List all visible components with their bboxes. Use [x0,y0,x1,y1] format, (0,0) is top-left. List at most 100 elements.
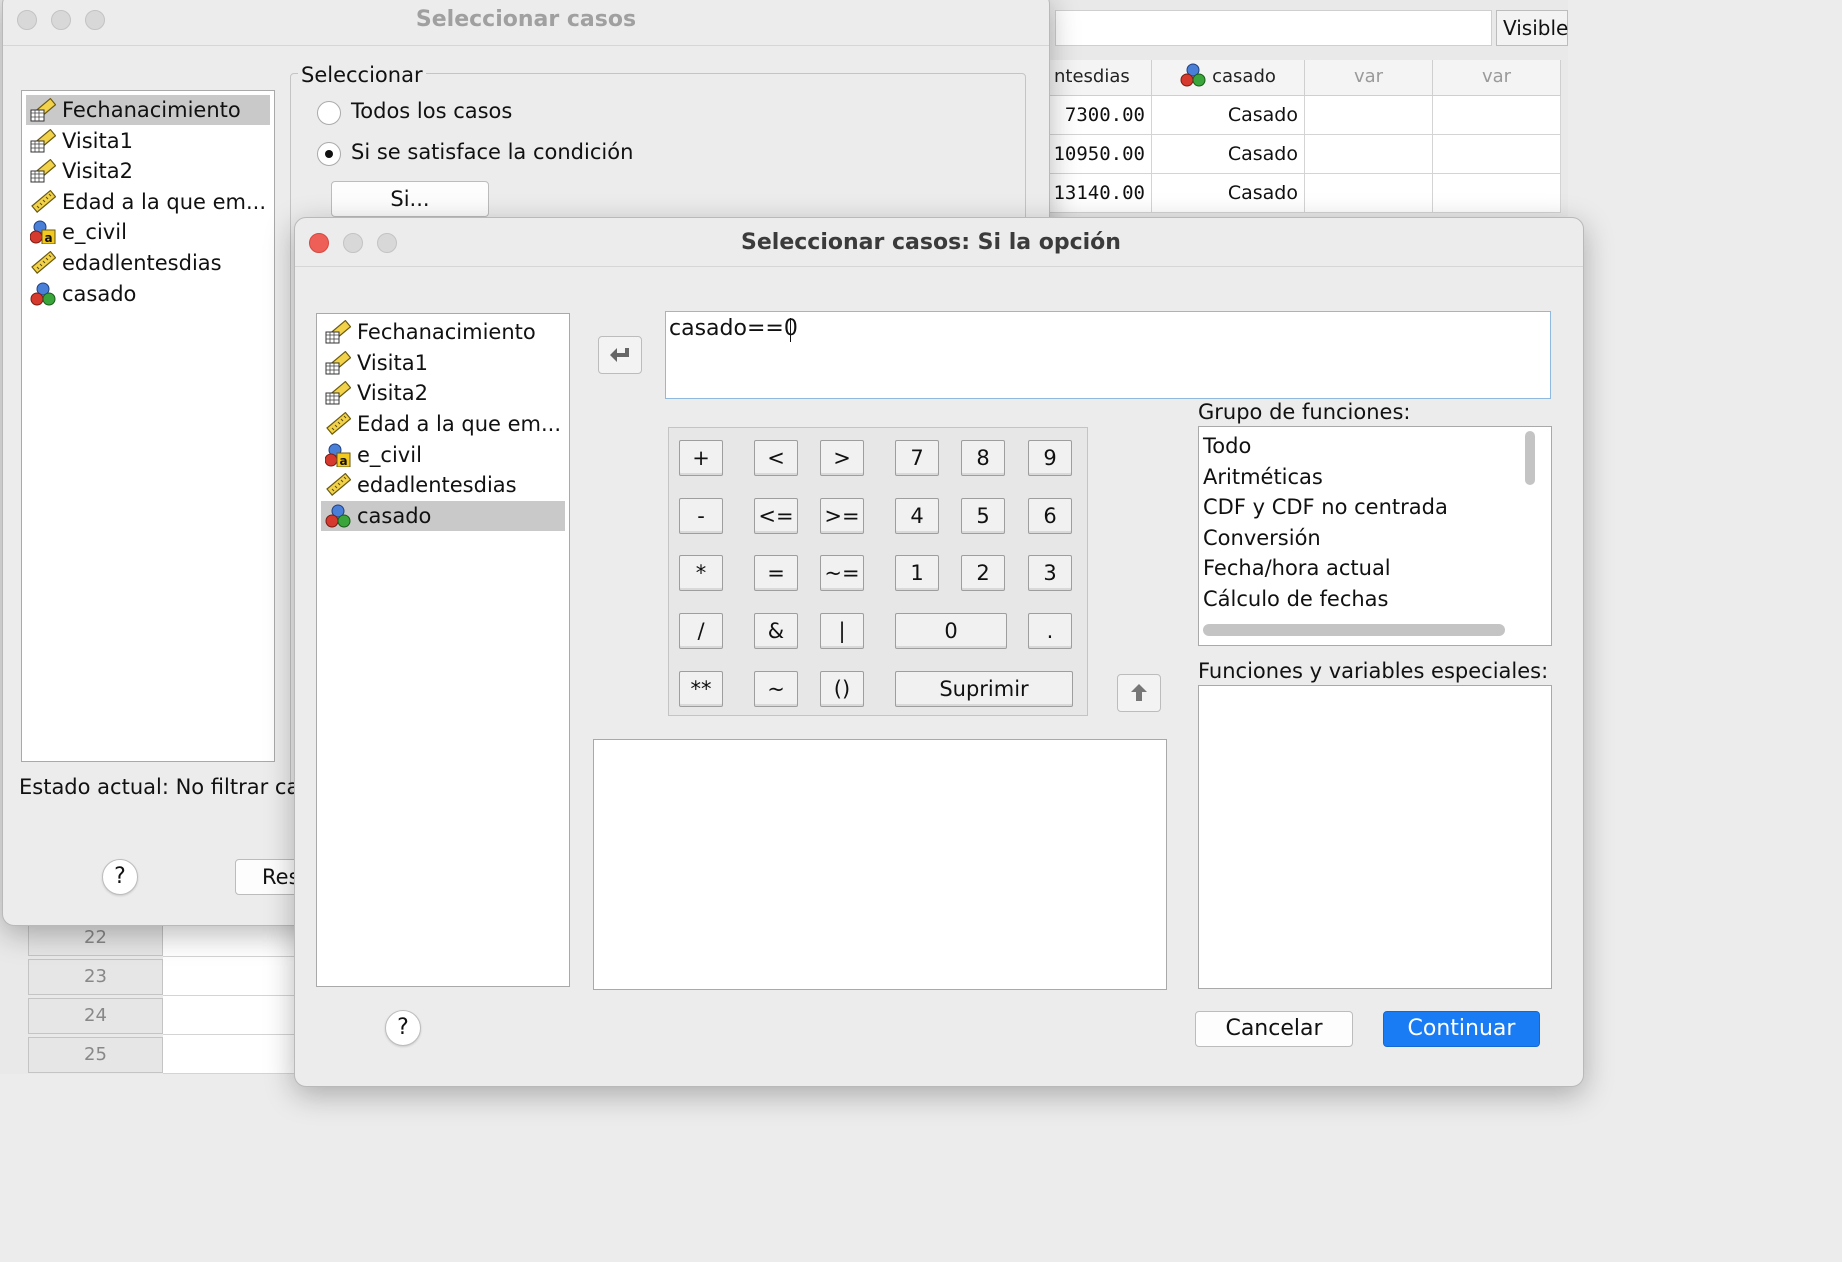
variable-item[interactable]: Edad a la que em... [26,187,270,217]
key-divide[interactable]: / [679,613,723,649]
cell-empty[interactable] [1305,135,1433,174]
cell-empty[interactable] [1433,96,1561,135]
function-group-item[interactable]: CDF y CDF no centrada [1203,492,1448,522]
variable-item[interactable]: Visita1 [26,126,270,156]
dialog-title: Seleccionar casos: Si la opción [741,230,1121,255]
variable-item[interactable]: casado [26,279,270,309]
cell-empty[interactable] [163,996,303,1035]
variable-label: Visita2 [357,381,428,405]
function-group-item[interactable]: Cálculo de fechas [1203,584,1388,614]
column-header-var[interactable]: var [1305,60,1433,96]
variable-label: Edad a la que em... [357,412,562,436]
row-number[interactable]: 24 [28,998,163,1034]
key-not[interactable]: ~ [754,671,798,707]
variable-item[interactable]: Fechanacimiento [26,95,270,125]
variable-label: Visita1 [62,129,133,153]
key-9[interactable]: 9 [1028,440,1072,476]
variable-item[interactable]: Edad a la que em... [321,409,565,439]
if-button[interactable]: Si... [331,181,489,217]
cell-casado[interactable]: Casado [1152,96,1305,135]
variable-item[interactable]: Visita2 [321,378,565,408]
radio-condition[interactable] [317,142,341,166]
search-field[interactable] [1055,10,1492,46]
key-not-equal[interactable]: ~= [820,555,864,591]
help-button[interactable]: ? [385,1010,421,1046]
cell-edadlentesdias[interactable]: 10950.00 [1050,135,1152,174]
variable-item[interactable]: edadlentesdias [321,470,565,500]
variable-item[interactable]: Fechanacimiento [321,317,565,347]
variable-label: Visita1 [357,351,428,375]
variable-label: Visita2 [62,159,133,183]
key-multiply[interactable]: * [679,555,723,591]
key-5[interactable]: 5 [961,498,1005,534]
key-6[interactable]: 6 [1028,498,1072,534]
cell-empty[interactable] [1433,174,1561,213]
key-delete[interactable]: Suprimir [895,671,1073,707]
key-parentheses[interactable]: () [820,671,864,707]
variable-item[interactable]: Visita2 [26,156,270,186]
variable-label: casado [62,282,137,306]
function-group-item[interactable]: Todo [1203,431,1251,461]
cell-casado[interactable]: Casado [1152,135,1305,174]
key-plus[interactable]: + [679,440,723,476]
cell-empty[interactable] [1433,135,1561,174]
cell-empty[interactable] [1305,96,1433,135]
key-dot[interactable]: . [1028,613,1072,649]
key-or[interactable]: | [820,613,864,649]
cell-empty[interactable] [163,1035,303,1074]
key-4[interactable]: 4 [895,498,939,534]
special-functions-list[interactable] [1198,685,1552,989]
function-group-item[interactable]: Fecha/hora actual [1203,553,1391,583]
row-number[interactable]: 23 [28,959,163,995]
cell-casado[interactable]: Casado [1152,174,1305,213]
expression-input[interactable]: casado==0 [665,311,1551,399]
key-less-than[interactable]: < [754,440,798,476]
insert-function-button[interactable] [1117,674,1161,712]
variable-list[interactable]: Fechanacimiento Visita1 Visita2 Edad a l… [21,90,275,762]
nominal-icon [30,282,56,306]
key-greater-than[interactable]: > [820,440,864,476]
row-number[interactable]: 25 [28,1037,163,1073]
variable-list[interactable]: Fechanacimiento Visita1 Visita2 Edad a l… [316,313,570,987]
continue-button[interactable]: Continuar [1383,1011,1540,1047]
key-greater-equal[interactable]: >= [820,498,864,534]
radio-all-cases[interactable] [317,101,341,125]
cell-edadlentesdias[interactable]: 7300.00 [1050,96,1152,135]
cancel-button[interactable]: Cancelar [1195,1011,1353,1047]
function-group-list[interactable]: Todo Aritméticas CDF y CDF no centrada C… [1198,426,1552,646]
date-ruler-icon [30,129,56,153]
special-functions-label: Funciones y variables especiales: [1198,659,1549,683]
column-header-casado[interactable]: casado [1152,60,1305,96]
key-power[interactable]: ** [679,671,723,707]
key-3[interactable]: 3 [1028,555,1072,591]
move-variable-button[interactable] [598,336,642,374]
variable-item[interactable]: e_civil [321,440,565,470]
function-group-item[interactable]: Conversión [1203,523,1321,553]
vertical-scrollbar[interactable] [1525,431,1535,485]
variable-item[interactable]: Visita1 [321,348,565,378]
column-header-edadlentesdias[interactable]: ntesdias [1050,60,1152,96]
cell-empty[interactable] [163,957,303,996]
key-minus[interactable]: - [679,498,723,534]
key-equal[interactable]: = [754,555,798,591]
cell-edadlentesdias[interactable]: 13140.00 [1050,174,1152,213]
key-0[interactable]: 0 [895,613,1007,649]
variable-item[interactable]: edadlentesdias [26,248,270,278]
key-8[interactable]: 8 [961,440,1005,476]
column-header-var[interactable]: var [1433,60,1561,96]
variable-item[interactable]: casado [321,501,565,531]
horizontal-scrollbar[interactable] [1203,624,1505,636]
cell-empty[interactable] [1305,174,1433,213]
key-less-equal[interactable]: <= [754,498,798,534]
key-1[interactable]: 1 [895,555,939,591]
function-group-item[interactable]: Aritméticas [1203,462,1323,492]
key-7[interactable]: 7 [895,440,939,476]
variable-label: e_civil [62,220,127,244]
key-and[interactable]: & [754,613,798,649]
key-2[interactable]: 2 [961,555,1005,591]
help-button[interactable]: ? [102,859,138,895]
variable-item[interactable]: e_civil [26,217,270,247]
title-divider [295,266,1583,267]
date-ruler-icon [325,320,351,344]
date-ruler-icon [30,98,56,122]
